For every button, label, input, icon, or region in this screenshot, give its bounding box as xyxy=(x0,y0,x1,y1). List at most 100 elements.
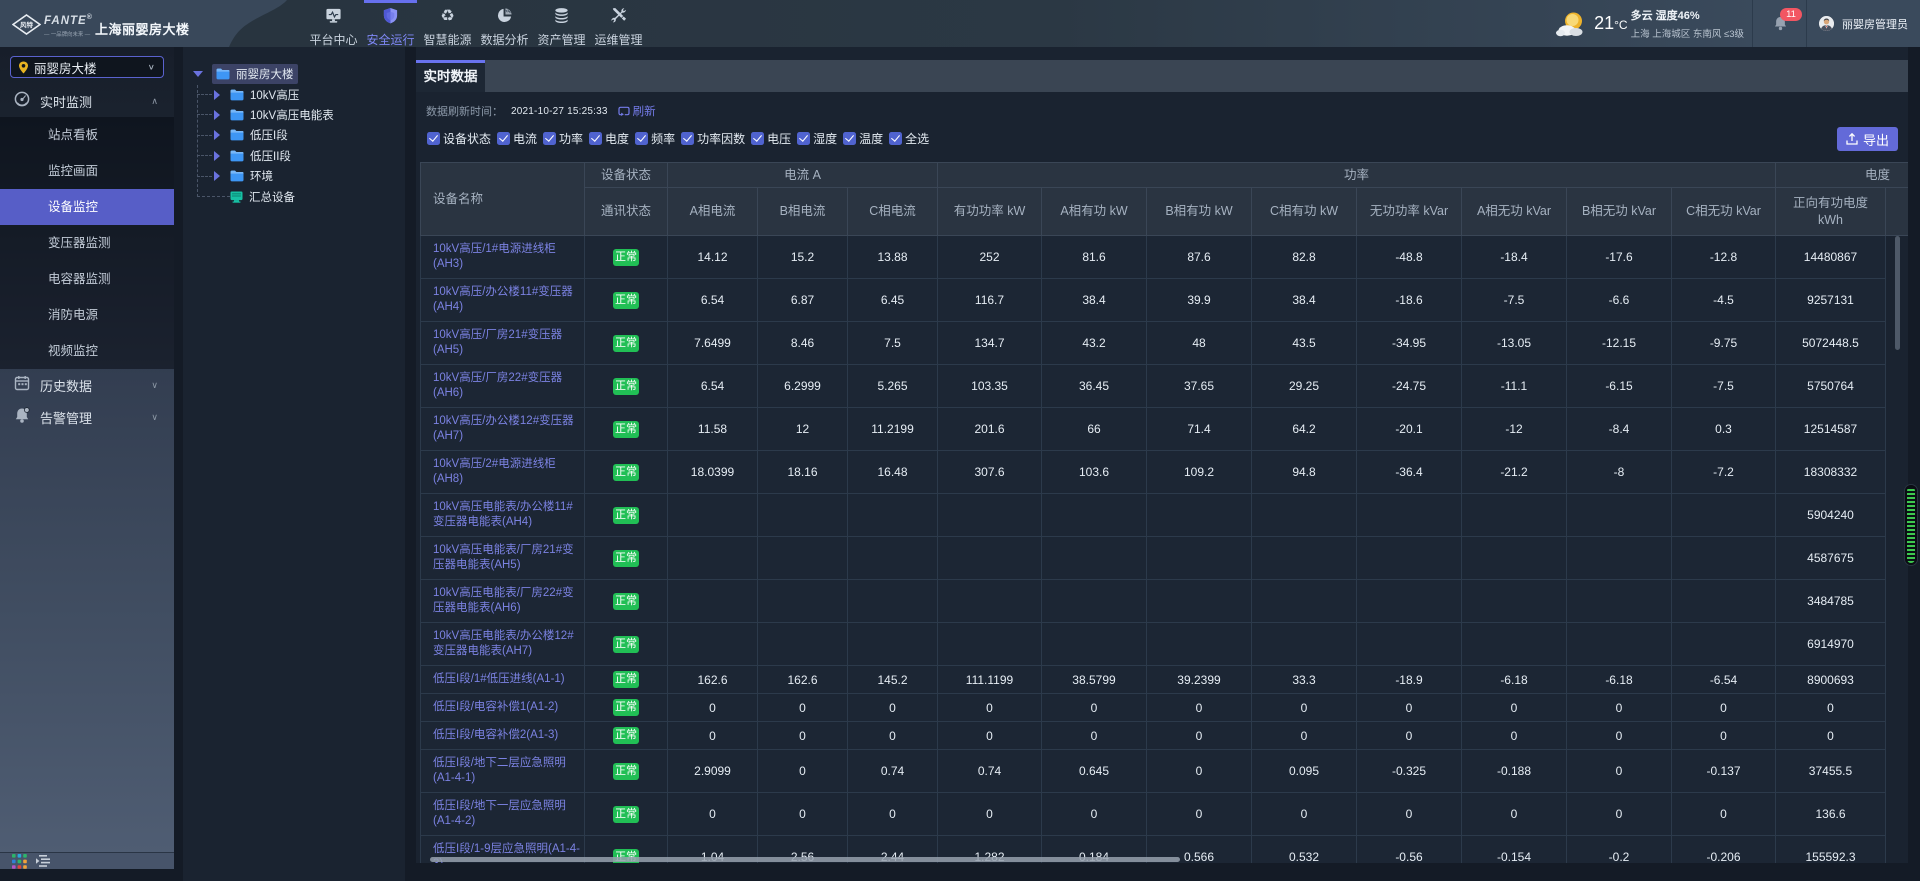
status-cell: 正常 xyxy=(585,580,668,623)
status-badge: 正常 xyxy=(613,671,639,688)
status-badge: 正常 xyxy=(613,464,639,481)
submenu-item-变压器监测[interactable]: 变压器监测 xyxy=(0,225,174,261)
checkbox-checked-icon[interactable] xyxy=(889,132,902,145)
tab-realtime-data[interactable]: 实时数据 xyxy=(416,60,485,92)
tree-node-10kV高压[interactable]: 10kV高压 xyxy=(183,84,299,105)
page-scrollbar-thumb[interactable] xyxy=(1905,485,1917,565)
tree-expand-caret-icon[interactable] xyxy=(193,71,203,77)
value-cell: 0 xyxy=(938,722,1042,750)
filter-checkbox-电压[interactable]: 电压 xyxy=(751,130,791,147)
device-name-link[interactable]: 10kV高压/1#电源进线柜(AH3) xyxy=(420,236,585,279)
device-name-link[interactable]: 10kV高压/厂房21#变压器(AH5) xyxy=(420,322,585,365)
scrollbar-gutter xyxy=(1886,188,1908,236)
topnav-item-shield[interactable]: 安全运行 xyxy=(362,0,419,47)
filter-checkbox-功率[interactable]: 功率 xyxy=(543,130,583,147)
value-cell: -0.2 xyxy=(1567,836,1672,863)
tree-collapse-caret-icon[interactable] xyxy=(214,130,220,140)
tree-node-低压I段[interactable]: 低压I段 xyxy=(183,125,288,146)
tree-collapse-caret-icon[interactable] xyxy=(214,110,220,120)
refresh-button[interactable]: 刷新 xyxy=(618,103,656,119)
filter-checkbox-温度[interactable]: 温度 xyxy=(843,130,883,147)
value-cell xyxy=(1672,580,1776,623)
checkbox-checked-icon[interactable] xyxy=(427,132,440,145)
user-menu[interactable]: 丽婴房管理员 xyxy=(1807,0,1920,47)
filter-checkbox-湿度[interactable]: 湿度 xyxy=(797,130,837,147)
value-cell: -6.15 xyxy=(1567,365,1672,408)
checkbox-checked-icon[interactable] xyxy=(681,132,694,145)
value-cell xyxy=(1567,580,1672,623)
sidebar-menu-告警管理[interactable]: 告警管理∨ xyxy=(0,401,174,433)
submenu-item-电容器监测[interactable]: 电容器监测 xyxy=(0,261,174,297)
app-grid-icon[interactable] xyxy=(12,854,27,869)
sidebar-menu-实时监测[interactable]: 实时监测∧ xyxy=(0,85,174,117)
tree-node-汇总设备[interactable]: 汇总设备 xyxy=(183,186,295,207)
top-header-bar: 风特 FANTE® — 一品牌向未来 — 上海丽婴房大楼 平台中心安全运行♻智慧… xyxy=(0,0,1920,47)
column-header: A相电流 xyxy=(668,188,758,236)
checkbox-checked-icon[interactable] xyxy=(497,132,510,145)
filter-checkbox-功率因数[interactable]: 功率因数 xyxy=(681,130,745,147)
submenu-item-消防电源[interactable]: 消防电源 xyxy=(0,297,174,333)
submenu-item-视频监控[interactable]: 视频监控 xyxy=(0,333,174,369)
checkbox-checked-icon[interactable] xyxy=(751,132,764,145)
value-cell: -0.206 xyxy=(1672,836,1776,863)
topnav-item-recycle[interactable]: ♻智慧能源 xyxy=(419,0,476,47)
value-cell: 0.532 xyxy=(1252,836,1357,863)
device-name-link[interactable]: 低压I段/电容补偿2(A1-3) xyxy=(420,722,585,750)
table-vertical-scrollbar-thumb[interactable] xyxy=(1895,236,1900,350)
tree-collapse-caret-icon[interactable] xyxy=(214,171,220,181)
checkbox-checked-icon[interactable] xyxy=(635,132,648,145)
table-horizontal-scrollbar-thumb[interactable] xyxy=(430,857,1180,862)
value-cell: 0 xyxy=(1042,694,1147,722)
tree-collapse-caret-icon[interactable] xyxy=(214,151,220,161)
export-button[interactable]: 导出 xyxy=(1837,127,1898,151)
checkbox-checked-icon[interactable] xyxy=(843,132,856,145)
device-name-link[interactable]: 10kV高压/办公楼11#变压器(AH4) xyxy=(420,279,585,322)
device-name-link[interactable]: 低压I段/地下二层应急照明(A1-4-1) xyxy=(420,750,585,793)
value-cell: 0 xyxy=(1357,793,1462,836)
device-name-link[interactable]: 低压I段/1#低压进线(A1-1) xyxy=(420,666,585,694)
value-cell xyxy=(758,623,848,666)
tree-node-低压II段[interactable]: 低压II段 xyxy=(183,145,291,166)
checkbox-checked-icon[interactable] xyxy=(543,132,556,145)
device-name-link[interactable]: 10kV高压电能表/厂房22#变压器电能表(AH6) xyxy=(420,580,585,623)
tree-node-环境[interactable]: 环境 xyxy=(183,166,273,187)
topnav-item-pie-chart[interactable]: 数据分析 xyxy=(476,0,533,47)
filter-checkbox-全选[interactable]: 全选 xyxy=(889,130,929,147)
filter-checkbox-频率[interactable]: 频率 xyxy=(635,130,675,147)
status-badge: 正常 xyxy=(613,378,639,395)
filter-label: 频率 xyxy=(651,130,675,147)
value-cell: 0 xyxy=(668,793,758,836)
checkbox-checked-icon[interactable] xyxy=(589,132,602,145)
value-cell: -6.6 xyxy=(1567,279,1672,322)
topnav-item-tools[interactable]: 运维管理 xyxy=(590,0,647,47)
device-name-link[interactable]: 10kV高压/厂房22#变压器(AH6) xyxy=(420,365,585,408)
submenu-item-设备监控[interactable]: 设备监控 xyxy=(0,189,174,225)
tree-root-node[interactable]: 丽婴房大楼 xyxy=(212,64,298,84)
filter-checkbox-设备状态[interactable]: 设备状态 xyxy=(427,130,491,147)
filter-checkbox-电度[interactable]: 电度 xyxy=(589,130,629,147)
device-name-link[interactable]: 低压I段/电容补偿1(A1-2) xyxy=(420,694,585,722)
device-name-link[interactable]: 10kV高压电能表/办公楼11#变压器电能表(AH4) xyxy=(420,494,585,537)
table-row: 10kV高压/厂房21#变压器(AH5)正常7.64998.467.5134.7… xyxy=(420,322,1908,365)
device-name-link[interactable]: 10kV高压/办公楼12#变压器(AH7) xyxy=(420,408,585,451)
submenu-item-站点看板[interactable]: 站点看板 xyxy=(0,117,174,153)
value-cell: 38.4 xyxy=(1252,279,1357,322)
device-name-link[interactable]: 10kV高压电能表/厂房21#变压器电能表(AH5) xyxy=(420,537,585,580)
tree-node-10kV高压电能表[interactable]: 10kV高压电能表 xyxy=(183,104,334,125)
device-name-link[interactable]: 10kV高压/2#电源进线柜(AH8) xyxy=(420,451,585,494)
value-cell: 39.2399 xyxy=(1147,666,1252,694)
site-select-dropdown[interactable]: 丽婴房大楼 ∨ xyxy=(10,56,164,78)
sidebar-menu-历史数据[interactable]: 历史数据∨ xyxy=(0,369,174,401)
submenu-item-监控画面[interactable]: 监控画面 xyxy=(0,153,174,189)
checkbox-checked-icon[interactable] xyxy=(797,132,810,145)
topnav-item-database[interactable]: 资产管理 xyxy=(533,0,590,47)
value-cell: 0 xyxy=(758,694,848,722)
topnav-item-platform[interactable]: 平台中心 xyxy=(305,0,362,47)
notification-bell-button[interactable]: 11 xyxy=(1753,0,1806,47)
column-header: C相电流 xyxy=(848,188,938,236)
device-name-link[interactable]: 低压I段/地下一层应急照明(A1-4-2) xyxy=(420,793,585,836)
filter-checkbox-电流[interactable]: 电流 xyxy=(497,130,537,147)
collapse-menu-icon[interactable] xyxy=(36,855,50,867)
tree-collapse-caret-icon[interactable] xyxy=(214,90,220,100)
device-name-link[interactable]: 10kV高压电能表/办公楼12#变压器电能表(AH7) xyxy=(420,623,585,666)
